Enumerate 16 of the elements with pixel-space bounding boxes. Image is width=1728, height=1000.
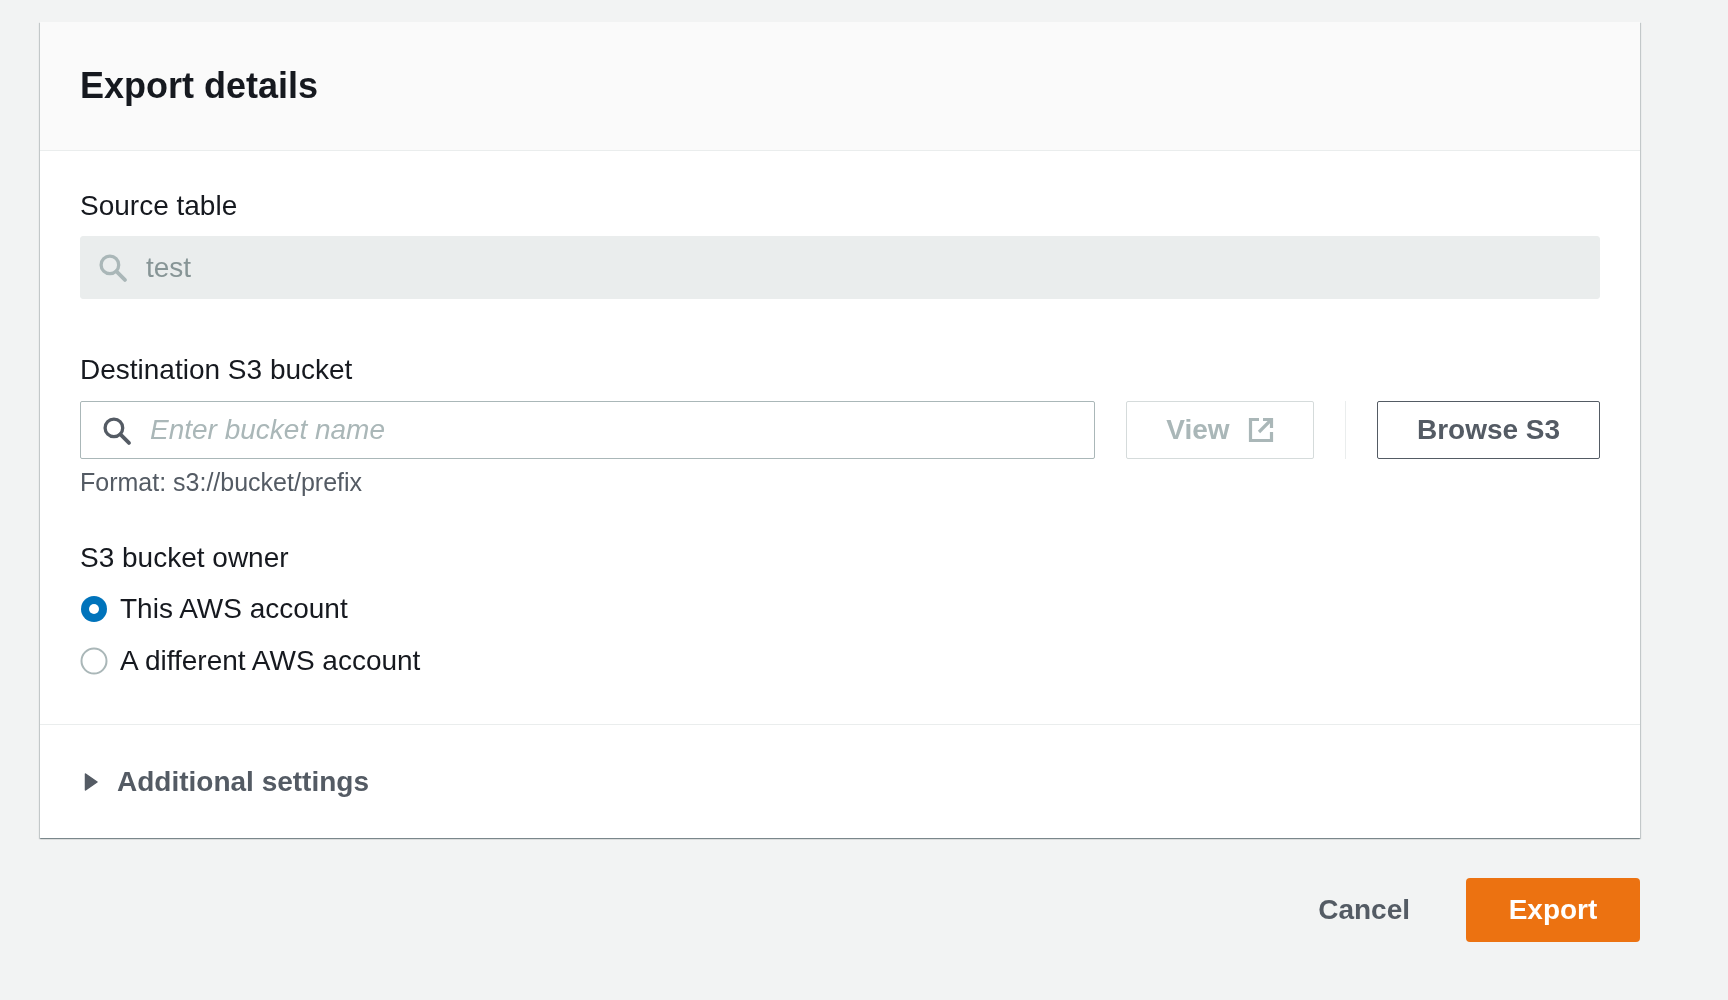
field-label: Destination S3 bucket — [80, 353, 353, 387]
bucket-name-field[interactable]: Enter bucket name — [80, 401, 1095, 459]
cancel-button[interactable]: Cancel — [1298, 878, 1430, 942]
panel-title: Export details — [80, 64, 319, 108]
search-icon — [102, 416, 131, 445]
radio-button-icon[interactable] — [80, 595, 108, 623]
radio-label[interactable]: A different AWS account — [120, 644, 421, 678]
radio-button-icon[interactable] — [80, 647, 108, 675]
additional-settings-toggle[interactable]: Additional settings — [84, 764, 369, 799]
radio-label[interactable]: This AWS account — [120, 592, 348, 626]
external-link-icon — [1247, 417, 1274, 443]
field-hint: Format: s3://bucket/prefix — [80, 467, 363, 497]
browse-button[interactable]: Browse S3 — [1377, 401, 1600, 459]
search-icon — [98, 253, 127, 282]
field-label: Source table — [80, 189, 238, 223]
field-label: S3 bucket owner — [80, 541, 289, 575]
